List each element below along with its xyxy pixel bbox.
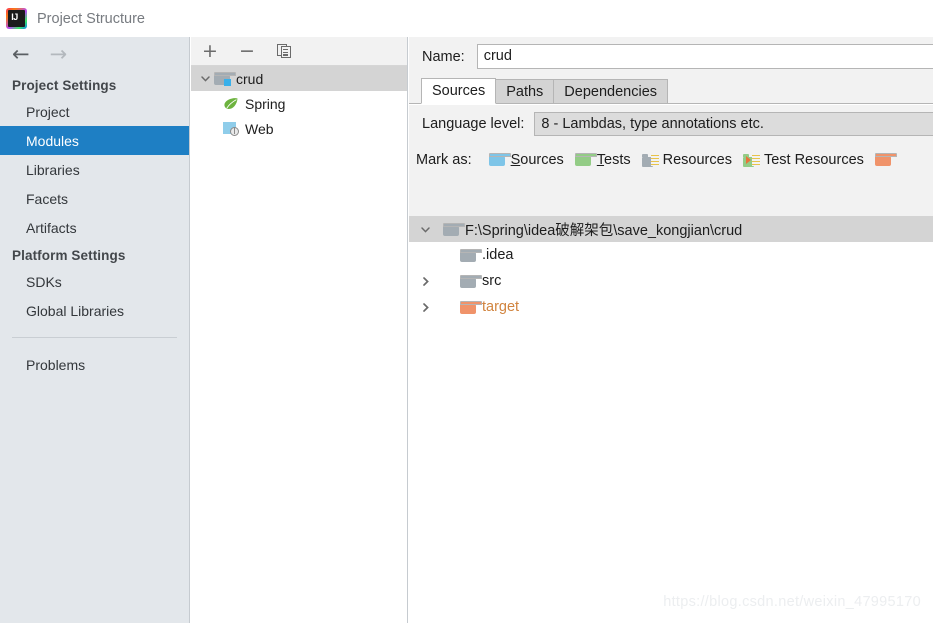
detail-tabs: Sources Paths Dependencies (409, 76, 933, 104)
arrow-right-icon[interactable]: → (50, 44, 68, 65)
file-tree-row-target[interactable]: target (409, 294, 933, 320)
add-module-button[interactable]: + (200, 41, 220, 61)
tab-sources[interactable]: Sources (421, 78, 497, 104)
module-name-input[interactable]: crud (476, 44, 933, 69)
project-structure-dialog: IJ Project Structure ← → Project Setting… (0, 0, 933, 623)
name-label: Name: (422, 48, 465, 65)
module-tree-item-label: Web (245, 120, 274, 137)
tests-folder-icon (574, 153, 597, 166)
mark-as-test-resources-label: Test Resources (763, 151, 864, 168)
settings-sidebar: ← → Project Settings Project Modules Lib… (0, 37, 190, 623)
intellij-idea-logo-icon: IJ (6, 8, 27, 29)
spring-leaf-icon (223, 97, 239, 111)
plus-icon: + (202, 39, 218, 62)
file-tree-row-label: F:\Spring\idea破解架包\save_kongjian\crud (465, 222, 743, 239)
group-header-project-settings: Project Settings (12, 78, 117, 93)
sidebar-item-problems[interactable]: Problems (0, 350, 189, 379)
chevron-right-icon[interactable] (417, 276, 434, 287)
language-level-row: Language level: 8 - Lambdas, type annota… (409, 104, 933, 143)
module-tree-item-label: crud (236, 70, 264, 87)
sources-folder-icon (488, 153, 511, 166)
language-level-select[interactable]: 8 - Lambdas, type annotations etc. (534, 112, 933, 136)
navigation-arrows: ← → (0, 37, 189, 72)
mark-as-sources-label: Sources (510, 151, 564, 168)
excluded-folder-icon (460, 300, 482, 314)
mark-as-tests-button[interactable]: Tests (574, 151, 631, 168)
mark-as-sources-button[interactable]: Sources (488, 151, 564, 168)
file-tree-row-label: .idea (482, 247, 514, 263)
folder-icon (460, 248, 482, 262)
file-tree-row-idea[interactable]: .idea (409, 242, 933, 268)
module-detail-panel: Name: crud Sources Paths Dependencies La… (409, 37, 933, 623)
title-bar: IJ Project Structure (0, 0, 933, 37)
tab-paths[interactable]: Paths (495, 79, 555, 104)
chevron-down-icon[interactable] (417, 224, 434, 235)
sidebar-item-libraries[interactable]: Libraries (0, 155, 189, 184)
excluded-folder-icon (874, 153, 897, 166)
remove-module-button[interactable]: − (237, 41, 257, 61)
web-globe-icon (223, 121, 239, 136)
sidebar-item-artifacts[interactable]: Artifacts (0, 213, 189, 242)
mark-as-label: Mark as: (416, 151, 472, 168)
module-tree-item-spring[interactable]: Spring (191, 91, 407, 116)
watermark: https://blog.csdn.net/weixin_47995170 (663, 594, 921, 610)
file-tree-row-root[interactable]: F:\Spring\idea破解架包\save_kongjian\crud (409, 216, 933, 242)
mark-as-resources-label: Resources (662, 151, 732, 168)
window-title: Project Structure (37, 10, 145, 27)
test-resources-folder-icon (742, 153, 760, 167)
sidebar-divider (12, 337, 177, 338)
arrow-left-icon[interactable]: ← (12, 44, 30, 65)
module-tree-item-crud[interactable]: crud (191, 66, 407, 91)
chevron-down-icon[interactable] (197, 73, 214, 84)
file-tree-row-label: src (482, 273, 502, 289)
copy-icon (276, 43, 292, 59)
mark-as-excluded-button[interactable] (874, 153, 897, 166)
module-name-row: Name: crud (409, 37, 933, 76)
logo-text: IJ (11, 11, 18, 22)
sidebar-item-project[interactable]: Project (0, 97, 189, 126)
mark-as-tests-label: Tests (596, 151, 631, 168)
sidebar-item-sdks[interactable]: SDKs (0, 267, 189, 296)
mark-as-resources-button[interactable]: Resources (641, 151, 732, 168)
source-folders-tree: F:\Spring\idea破解架包\save_kongjian\crud .i… (409, 216, 933, 623)
language-level-label: Language level: (422, 116, 525, 132)
mark-as-row: Mark as: Sources Tests Resources Test Re… (409, 143, 933, 176)
file-tree-row-src[interactable]: src (409, 268, 933, 294)
folder-icon (460, 274, 482, 288)
module-tree-item-label: Spring (245, 95, 286, 112)
group-header-platform-settings: Platform Settings (12, 248, 126, 263)
modules-toolbar: + − (191, 37, 407, 66)
minus-icon: − (239, 39, 255, 62)
resources-folder-icon (641, 153, 659, 167)
tab-dependencies[interactable]: Dependencies (553, 79, 669, 104)
file-tree-row-label: target (482, 299, 520, 315)
module-tree-item-web[interactable]: Web (191, 116, 407, 141)
copy-module-button[interactable] (274, 41, 294, 61)
chevron-right-icon[interactable] (417, 302, 434, 313)
modules-tree-panel: + − crud Spring Web (191, 37, 408, 623)
sidebar-item-facets[interactable]: Facets (0, 184, 189, 213)
mark-as-test-resources-button[interactable]: Test Resources (742, 151, 864, 168)
sidebar-item-global-libraries[interactable]: Global Libraries (0, 296, 189, 325)
module-folder-icon (214, 72, 236, 86)
folder-icon (443, 222, 465, 236)
sidebar-item-modules[interactable]: Modules (0, 126, 189, 155)
